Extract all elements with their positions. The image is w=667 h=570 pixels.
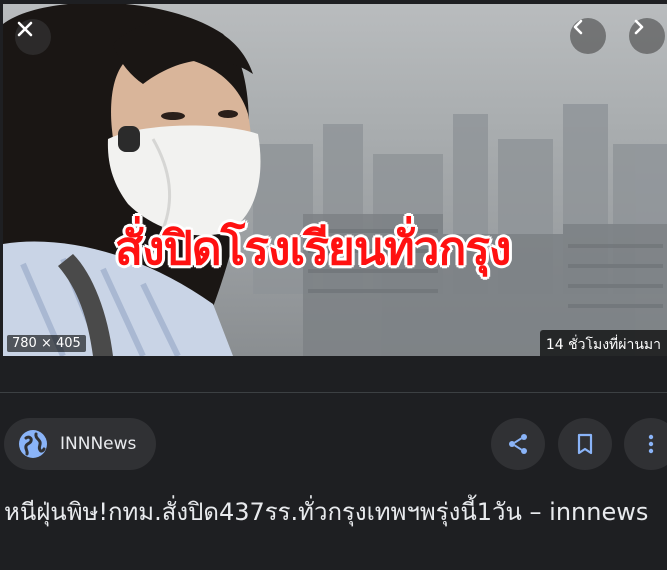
source-chip[interactable]: INNNews (4, 418, 156, 470)
save-button[interactable] (558, 418, 612, 470)
next-button[interactable] (629, 18, 665, 54)
share-button[interactable] (491, 418, 545, 470)
previous-button[interactable] (570, 18, 606, 54)
image-dimensions: 780 × 405 (7, 335, 86, 352)
more-vert-icon (648, 434, 654, 454)
chevron-left-icon (573, 19, 583, 35)
source-name: INNNews (60, 434, 137, 454)
result-title[interactable]: หนีฝุ่นพิษ!กทม.สั่งปิด437รร.ทั่วกรุงเทพฯ… (4, 494, 664, 530)
smog-city-photo (3, 4, 667, 356)
image-age: 14 ชั่วโมงที่ผ่านมา (539, 330, 667, 356)
image-headline: สั่งปิดโรงเรียนทั่วกรุง (115, 221, 511, 275)
globe-icon (19, 430, 47, 458)
share-icon (509, 434, 527, 454)
chevron-right-icon (634, 19, 644, 35)
close-icon (17, 21, 33, 37)
bookmark-icon (577, 433, 593, 455)
more-options-button[interactable] (624, 418, 667, 470)
close-button[interactable] (15, 19, 51, 55)
preview-image[interactable]: สั่งปิดโรงเรียนทั่วกรุง 780 × 405 14 ชั่… (3, 4, 667, 356)
divider (0, 392, 667, 393)
